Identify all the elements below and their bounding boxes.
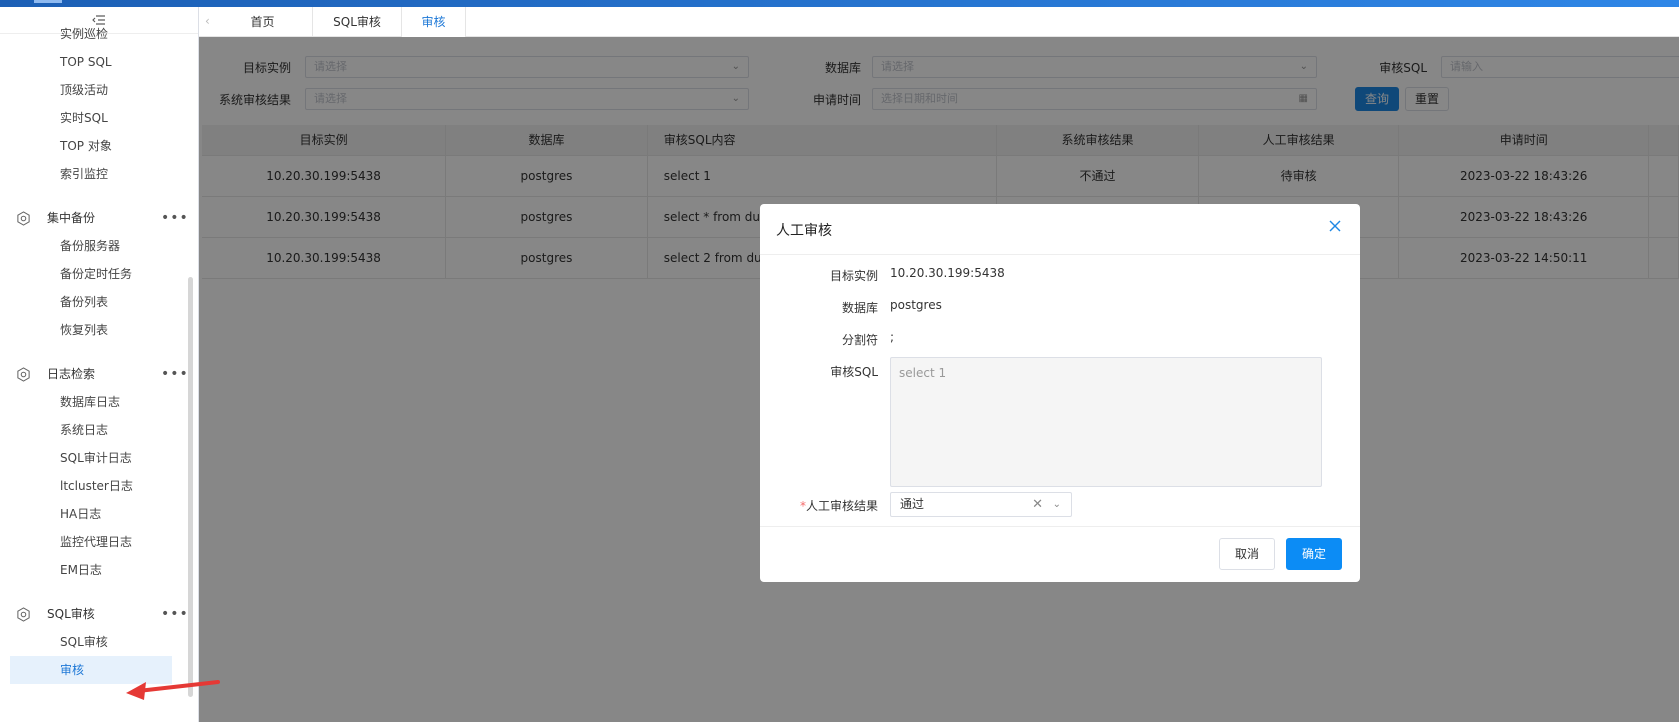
red-arrow-annotation — [126, 680, 220, 700]
sidebar-item-top-activity[interactable]: 顶级活动 — [0, 76, 198, 104]
more-icon[interactable]: ••• — [161, 600, 189, 628]
gear-icon — [17, 367, 30, 382]
sidebar-group-backup[interactable]: 集中备份 ••• — [0, 204, 198, 232]
chevron-down-icon: ⌄ — [1052, 499, 1061, 510]
chevron-left-icon[interactable]: ‹ — [205, 14, 210, 28]
sidebar-item-agent-log[interactable]: 监控代理日志 — [0, 528, 198, 556]
manual-review-dialog: 人工审核 目标实例 10.20.30.199:5438 数据库 postgres… — [760, 204, 1360, 582]
close-icon[interactable] — [1328, 219, 1342, 233]
sidebar-item-ltcluster-log[interactable]: ltcluster日志 — [0, 472, 198, 500]
sql-textarea[interactable]: select 1 — [890, 357, 1322, 487]
clear-icon[interactable]: ✕ — [1032, 493, 1043, 516]
group-title: SQL审核 — [47, 607, 95, 621]
sql-label: 审核SQL — [830, 365, 878, 379]
dialog-header-divider — [760, 254, 1360, 255]
result-select-value: 通过 — [900, 497, 925, 511]
separator-label: 分割符 — [841, 333, 878, 347]
more-icon[interactable]: ••• — [161, 204, 189, 232]
more-icon[interactable]: ••• — [161, 360, 189, 388]
target-value: 10.20.30.199:5438 — [890, 266, 1005, 280]
result-label-text: 人工审核结果 — [805, 499, 878, 513]
target-label: 目标实例 — [829, 269, 878, 283]
sidebar-menu: 实例巡检 TOP SQL 顶级活动 实时SQL TOP 对象 索引监控 集中备份… — [0, 27, 198, 684]
sidebar-item-index-monitor[interactable]: 索引监控 — [0, 160, 198, 188]
group-title: 日志检索 — [47, 367, 96, 381]
sidebar-scrollbar[interactable] — [188, 277, 193, 697]
tab-sql-audit[interactable]: SQL审核 — [313, 7, 402, 37]
sidebar-item-instance-inspect[interactable]: 实例巡检 — [0, 20, 198, 48]
db-value: postgres — [890, 298, 942, 312]
separator-value: ; — [890, 330, 895, 344]
db-label: 数据库 — [841, 301, 878, 315]
sidebar-item-system-log[interactable]: 系统日志 — [0, 416, 198, 444]
sidebar-item-em-log[interactable]: EM日志 — [0, 556, 198, 584]
gear-icon — [17, 607, 30, 622]
sidebar-item-top-object[interactable]: TOP 对象 — [0, 132, 198, 160]
logo — [34, 0, 62, 3]
gear-icon — [17, 211, 30, 226]
top-brand-bar — [0, 0, 1679, 7]
result-label: *人工审核结果 — [760, 497, 878, 514]
confirm-button[interactable]: 确定 — [1286, 538, 1342, 570]
dialog-title: 人工审核 — [776, 223, 832, 239]
sidebar-item-ha-log[interactable]: HA日志 — [0, 500, 198, 528]
sidebar-group-log-search[interactable]: 日志检索 ••• — [0, 360, 198, 388]
sidebar-group-sql-audit[interactable]: SQL审核 ••• — [0, 600, 198, 628]
sidebar-item-backup-list[interactable]: 备份列表 — [0, 288, 198, 316]
sidebar-item-sql-audit-log[interactable]: SQL审计日志 — [0, 444, 198, 472]
sidebar-item-top-sql[interactable]: TOP SQL — [0, 48, 198, 76]
sidebar-item-restore-list[interactable]: 恢复列表 — [0, 316, 198, 344]
tab-review[interactable]: 审核 — [402, 7, 466, 37]
tab-home[interactable]: 首页 — [213, 7, 313, 37]
sidebar-item-realtime-sql[interactable]: 实时SQL — [0, 104, 198, 132]
group-title: 集中备份 — [47, 211, 96, 225]
sidebar-item-backup-schedule[interactable]: 备份定时任务 — [0, 260, 198, 288]
sidebar: 实例巡检 TOP SQL 顶级活动 实时SQL TOP 对象 索引监控 集中备份… — [0, 7, 199, 722]
cancel-button[interactable]: 取消 — [1219, 538, 1275, 570]
dialog-footer-divider — [760, 526, 1360, 527]
result-select[interactable]: 通过 ✕ ⌄ — [890, 492, 1072, 517]
sidebar-item-sql-audit[interactable]: SQL审核 — [0, 628, 198, 656]
sidebar-item-db-log[interactable]: 数据库日志 — [0, 388, 198, 416]
sidebar-item-backup-server[interactable]: 备份服务器 — [0, 232, 198, 260]
